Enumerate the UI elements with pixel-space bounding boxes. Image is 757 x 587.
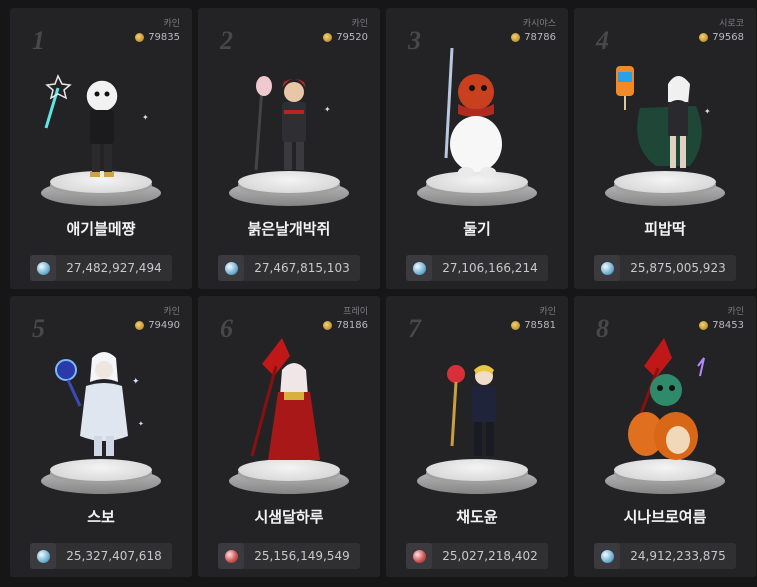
combat-power-value: 25,327,407,618 — [66, 549, 162, 563]
character-sprite-icon: ✦ — [616, 66, 711, 168]
server-name: 카인 — [163, 19, 180, 29]
character-sprite-icon — [628, 338, 705, 460]
server-name: 카인 — [351, 19, 368, 29]
fame-value: 78786 — [524, 32, 556, 43]
fame-score: 78786 — [511, 32, 556, 43]
character-name[interactable]: 시샘달하루 — [198, 506, 380, 527]
ranking-card[interactable]: 1 카인 79835 ✦ 애기블메쨩 27,482,927,494 — [10, 8, 192, 289]
fame-score: 78186 — [323, 320, 368, 331]
combat-power: 25,875,005,923 — [594, 255, 736, 281]
fame-value: 78186 — [336, 320, 368, 331]
fame-score: 79520 — [323, 32, 368, 43]
fame-value: 79835 — [148, 32, 180, 43]
server-name: 카인 — [539, 307, 556, 317]
crystal-icon — [594, 255, 620, 281]
fame-value: 79490 — [148, 320, 180, 331]
character-sprite-icon — [444, 48, 502, 177]
fame-score: 78453 — [699, 320, 744, 331]
fame-icon — [699, 33, 709, 42]
fame-score: 79835 — [135, 32, 180, 43]
fame-value: 78581 — [524, 320, 556, 331]
server-name: 카인 — [163, 307, 180, 317]
combat-power: 27,482,927,494 — [30, 255, 172, 281]
ranking-grid: 1 카인 79835 ✦ 애기블메쨩 27,482,927,494 2 카인 7… — [10, 8, 756, 577]
fame-score: 78581 — [511, 320, 556, 331]
ranking-card[interactable]: 4 시로코 79568 ✦ 피밥딱 25,875,005,923 — [574, 8, 756, 289]
character-sprite-icon — [447, 365, 496, 456]
character-stage — [386, 48, 568, 208]
blood-orb-icon — [406, 543, 432, 569]
svg-text:✦: ✦ — [704, 107, 711, 116]
combat-power-value: 27,482,927,494 — [66, 261, 162, 275]
character-stage: ✦ — [10, 48, 192, 208]
fame-icon — [135, 321, 145, 330]
character-sprite-icon: ✦ — [44, 74, 149, 177]
fame-value: 79520 — [336, 32, 368, 43]
character-sprite-icon — [250, 338, 320, 460]
svg-text:✦: ✦ — [324, 105, 331, 114]
fame-icon — [323, 321, 333, 330]
svg-text:✦: ✦ — [142, 113, 149, 122]
character-stage: ✦ — [198, 48, 380, 208]
server-name: 시로코 — [719, 19, 744, 29]
crystal-icon — [406, 255, 432, 281]
character-stage — [198, 336, 380, 496]
fame-value: 78453 — [712, 320, 744, 331]
combat-power: 24,912,233,875 — [594, 543, 736, 569]
character-name[interactable]: 채도윤 — [386, 506, 568, 527]
crystal-icon — [30, 543, 56, 569]
ranking-card[interactable]: 8 카인 78453 시나브로여름 24,912,233,875 — [574, 296, 756, 577]
crystal-icon — [218, 255, 244, 281]
combat-power-value: 25,027,218,402 — [442, 549, 538, 563]
fame-icon — [323, 33, 333, 42]
combat-power-value: 25,156,149,549 — [254, 549, 350, 563]
crystal-icon — [594, 543, 620, 569]
server-name: 카시야스 — [522, 19, 556, 29]
combat-power-value: 24,912,233,875 — [630, 549, 726, 563]
character-name[interactable]: 시나브로여름 — [574, 506, 756, 527]
combat-power-value: 25,875,005,923 — [630, 261, 726, 275]
ranking-card[interactable]: 5 카인 79490 ✦ ✦ 스보 25,327,407,618 — [10, 296, 192, 577]
svg-text:✦: ✦ — [138, 420, 144, 428]
ranking-card[interactable]: 2 카인 79520 ✦ 붉은날개박쥐 27,467,815,103 — [198, 8, 380, 289]
character-name[interactable]: 피밥딱 — [574, 218, 756, 239]
blood-orb-icon — [218, 543, 244, 569]
fame-score: 79568 — [699, 32, 744, 43]
character-name[interactable]: 애기블메쨩 — [10, 218, 192, 239]
character-name[interactable]: 붉은날개박쥐 — [198, 218, 380, 239]
character-stage: ✦ — [574, 48, 756, 208]
fame-icon — [511, 321, 521, 330]
server-name: 카인 — [727, 307, 744, 317]
character-name[interactable]: 스보 — [10, 506, 192, 527]
character-sprite-icon: ✦ ✦ — [55, 352, 144, 456]
fame-icon — [511, 33, 521, 42]
fame-score: 79490 — [135, 320, 180, 331]
server-name: 프레이 — [343, 307, 368, 317]
fame-value: 79568 — [712, 32, 744, 43]
crystal-icon — [30, 255, 56, 281]
ranking-card[interactable]: 7 카인 78581 채도윤 25,027,218,402 — [386, 296, 568, 577]
fame-icon — [699, 321, 709, 330]
character-sprite-icon: ✦ — [254, 76, 331, 171]
svg-text:✦: ✦ — [132, 377, 140, 387]
character-name[interactable]: 둘기 — [386, 218, 568, 239]
combat-power: 25,156,149,549 — [218, 543, 360, 569]
fame-icon — [135, 33, 145, 42]
character-stage — [574, 336, 756, 496]
combat-power-value: 27,467,815,103 — [254, 261, 350, 275]
combat-power: 25,027,218,402 — [406, 543, 548, 569]
combat-power: 27,467,815,103 — [218, 255, 360, 281]
ranking-card[interactable]: 6 프레이 78186 시샘달하루 25,156,149,549 — [198, 296, 380, 577]
combat-power: 27,106,166,214 — [406, 255, 548, 281]
combat-power-value: 27,106,166,214 — [442, 261, 538, 275]
ranking-card[interactable]: 3 카시야스 78786 둘기 27,106,166,214 — [386, 8, 568, 289]
combat-power: 25,327,407,618 — [30, 543, 172, 569]
character-stage: ✦ ✦ — [10, 336, 192, 496]
character-stage — [386, 336, 568, 496]
